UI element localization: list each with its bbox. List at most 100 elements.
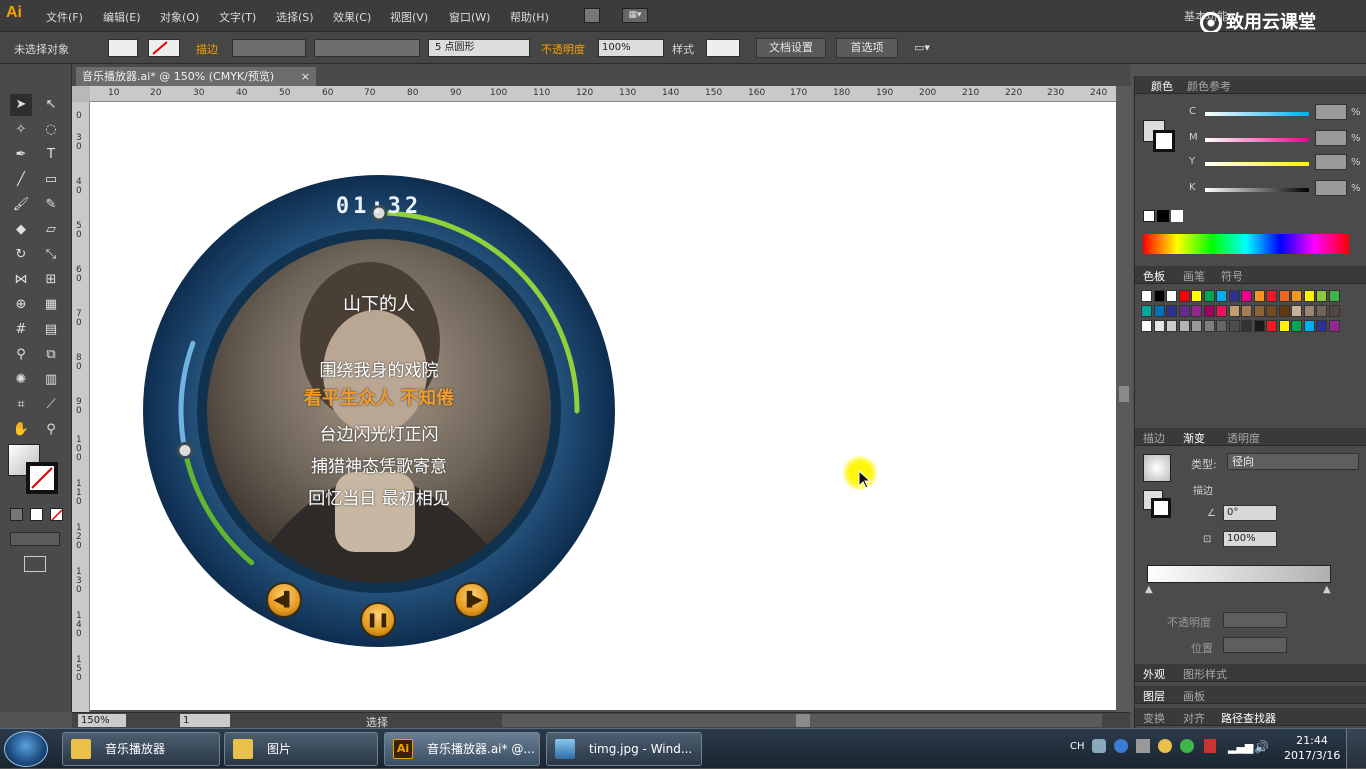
gradient-tool-icon[interactable]: ▤ — [40, 319, 62, 341]
menu-window[interactable]: 窗口(W) — [449, 9, 490, 25]
swatch[interactable] — [1241, 320, 1252, 332]
variable-width-profile[interactable] — [314, 39, 420, 57]
next-button[interactable]: ▐▶ — [454, 582, 490, 618]
tab-align[interactable]: 对齐 — [1183, 710, 1205, 726]
swatch[interactable] — [1278, 320, 1290, 332]
rectangle-tool-icon[interactable]: ▭ — [40, 169, 62, 191]
yellow-slider[interactable] — [1205, 162, 1309, 166]
magenta-value-field[interactable] — [1315, 130, 1347, 146]
stroke-label[interactable]: 描边 — [196, 41, 218, 57]
swatch[interactable] — [1253, 290, 1265, 302]
gradient-preview-icon[interactable] — [1143, 454, 1171, 482]
yellow-value-field[interactable] — [1315, 154, 1347, 170]
swatch[interactable] — [1316, 320, 1327, 332]
tab-pathfinder[interactable]: 路径查找器 — [1221, 710, 1276, 726]
brush-definition[interactable]: 5 点圆形 — [428, 39, 530, 57]
ruler-origin[interactable] — [72, 86, 90, 102]
swatch[interactable] — [1191, 320, 1202, 332]
gradient-stroke-swatch[interactable] — [1151, 498, 1171, 518]
direct-selection-tool-icon[interactable]: ↖ — [40, 94, 62, 116]
swatch[interactable] — [1191, 305, 1202, 317]
swatch[interactable] — [1216, 290, 1227, 302]
volume-icon[interactable]: 🔊 — [1254, 740, 1269, 754]
gradient-slider[interactable] — [1147, 565, 1331, 583]
swatch[interactable] — [1291, 305, 1302, 317]
blob-brush-tool-icon[interactable]: ◆ — [10, 219, 32, 241]
bridge-icon[interactable] — [584, 8, 600, 23]
stroke-weight-field[interactable] — [232, 39, 306, 57]
swatch[interactable] — [1291, 320, 1302, 332]
input-language-indicator[interactable]: CH — [1070, 741, 1085, 752]
swatch[interactable] — [1216, 320, 1227, 332]
fill-swatch[interactable] — [108, 39, 138, 57]
swatch[interactable] — [1203, 290, 1215, 302]
hand-tool-icon[interactable]: ✋ — [10, 419, 32, 441]
line-tool-icon[interactable]: ╱ — [10, 169, 32, 191]
horizontal-scrollbar[interactable] — [502, 714, 1102, 727]
tab-transparency[interactable]: 透明度 — [1227, 430, 1260, 446]
swatch[interactable] — [1141, 305, 1152, 317]
tab-swatches[interactable]: 色板 — [1143, 268, 1165, 284]
tab-artboards[interactable]: 画板 — [1183, 688, 1205, 704]
scrollbar-thumb[interactable] — [1119, 386, 1129, 402]
swatch[interactable] — [1303, 320, 1315, 332]
document-setup-button[interactable]: 文档设置 — [756, 38, 826, 58]
column-graph-tool-icon[interactable]: ▥ — [40, 369, 62, 391]
swatch[interactable] — [1278, 290, 1290, 302]
swatch[interactable] — [1328, 290, 1340, 302]
vertical-scrollbar[interactable] — [1116, 86, 1132, 712]
stroke-color-icon[interactable] — [26, 462, 58, 494]
swatch[interactable] — [1178, 290, 1190, 302]
tab-gradient[interactable]: 渐变 — [1183, 430, 1205, 446]
swatch[interactable] — [1253, 320, 1265, 332]
lasso-tool-icon[interactable]: ◌ — [40, 119, 62, 141]
task-folder-music-player[interactable]: 音乐播放器 — [62, 732, 220, 766]
swatch[interactable] — [1191, 290, 1202, 302]
scrollbar-thumb[interactable] — [796, 714, 810, 727]
task-illustrator[interactable]: Ai 音乐播放器.ai* @... — [384, 732, 540, 766]
type-tool-icon[interactable]: T — [40, 144, 62, 166]
shape-builder-tool-icon[interactable]: ⊕ — [10, 294, 32, 316]
black-slider[interactable] — [1205, 188, 1309, 192]
symbol-sprayer-tool-icon[interactable]: ✺ — [10, 369, 32, 391]
menu-edit[interactable]: 编辑(E) — [103, 9, 141, 25]
swatch[interactable] — [1153, 320, 1165, 332]
swatch[interactable] — [1153, 290, 1165, 302]
drawing-mode-icon[interactable] — [10, 532, 60, 546]
music-player-artwork[interactable]: 01:32 山下的人 围绕我身的戏院 看平生众人 不知倦 台边闪光灯正闪 捕猎神… — [140, 172, 618, 650]
swatch[interactable] — [1266, 320, 1277, 332]
free-transform-tool-icon[interactable]: ⊞ — [40, 269, 62, 291]
tab-brushes[interactable]: 画笔 — [1183, 268, 1205, 284]
selection-tool-icon[interactable]: ➤ — [10, 94, 32, 116]
opacity-field[interactable]: 100% — [598, 39, 664, 57]
pencil-tool-icon[interactable]: ✎ — [40, 194, 62, 216]
paintbrush-tool-icon[interactable]: 🖌 — [10, 194, 32, 216]
magenta-slider[interactable] — [1205, 138, 1309, 142]
opacity-label[interactable]: 不透明度 — [541, 41, 585, 57]
tray-icon[interactable] — [1158, 739, 1172, 753]
close-tab-icon[interactable]: × — [301, 67, 310, 86]
swatch[interactable] — [1266, 290, 1277, 302]
gradient-position-field[interactable] — [1223, 637, 1287, 653]
gradient-angle-field[interactable]: 0° — [1223, 505, 1277, 521]
gradient-aspect-field[interactable]: 100% — [1223, 531, 1277, 547]
magic-wand-tool-icon[interactable]: ✧ — [10, 119, 32, 141]
tray-icon[interactable] — [1136, 739, 1150, 753]
document-tab[interactable]: 音乐播放器.ai* @ 150% (CMYK/预览) × — [76, 67, 316, 86]
perspective-grid-tool-icon[interactable]: ▦ — [40, 294, 62, 316]
swatch[interactable] — [1303, 290, 1315, 302]
swatch[interactable] — [1253, 305, 1265, 317]
slice-tool-icon[interactable]: ⟋ — [40, 394, 62, 416]
tab-layers[interactable]: 图层 — [1143, 688, 1165, 704]
swatch[interactable] — [1316, 290, 1327, 302]
menu-type[interactable]: 文字(T) — [219, 9, 256, 25]
swatch[interactable] — [1141, 320, 1152, 332]
tab-stroke[interactable]: 描边 — [1143, 430, 1165, 446]
swatch[interactable] — [1166, 305, 1177, 317]
swatch[interactable] — [1278, 305, 1290, 317]
gradient-mode-icon[interactable] — [30, 508, 43, 521]
artboard-number-field[interactable]: 1 — [180, 714, 230, 727]
tab-color-guide[interactable]: 颜色参考 — [1187, 78, 1231, 94]
swatch-grid[interactable] — [1141, 290, 1341, 380]
tray-icon[interactable] — [1204, 739, 1216, 753]
